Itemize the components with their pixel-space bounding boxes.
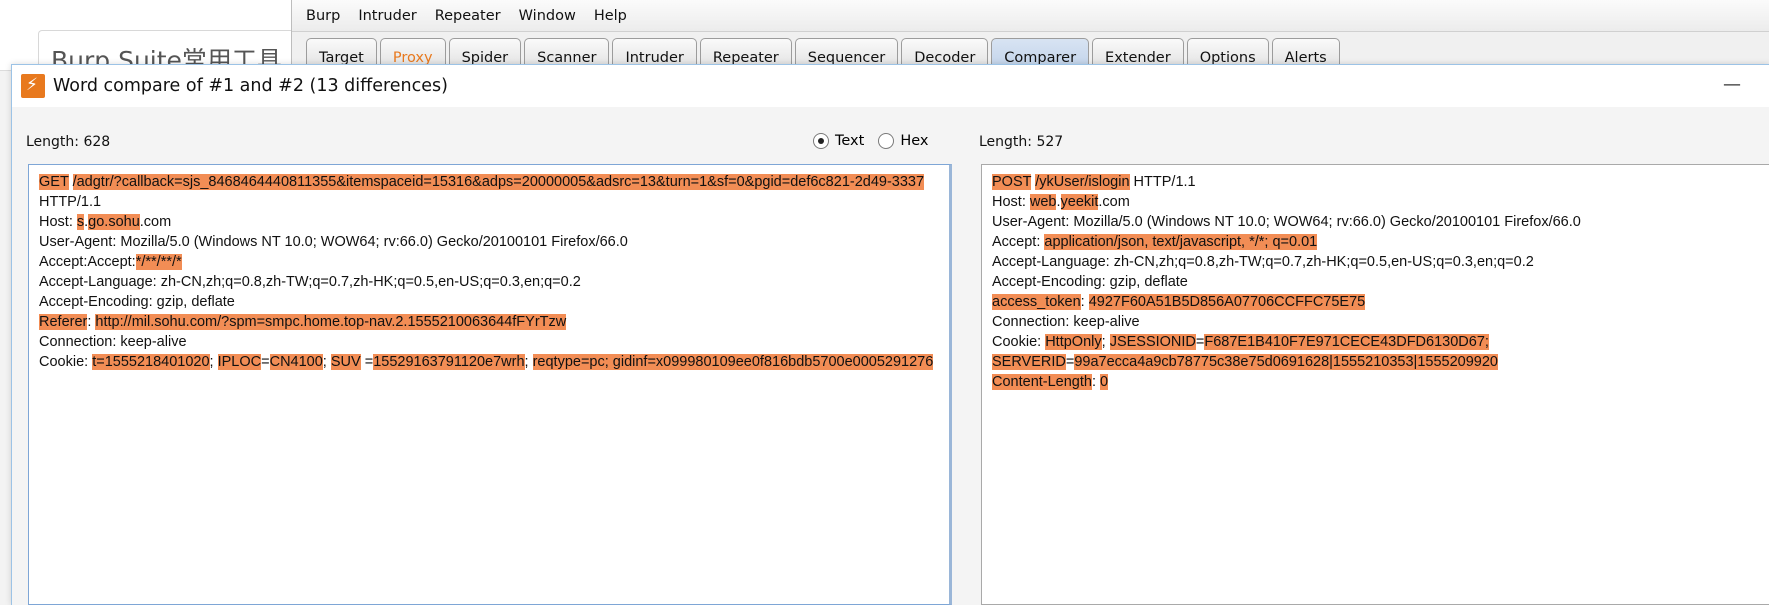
request-line: Host: s.go.sohu.com [39,212,949,232]
diff-highlight: yeekit [1060,194,1099,210]
request-text: : [1091,374,1101,390]
request-text: ; [322,354,331,370]
request-text: = [360,354,374,370]
request-text: = [261,354,270,370]
diff-highlight: SUV [330,354,361,370]
request-text: Accept-Language: zh-CN,zh;q=0.8,zh-TW;q=… [992,254,1534,270]
diff-highlight: http://mil.sohu.com/?spm=smpc.home.top-n… [95,314,567,330]
diff-highlight: SERVERID [992,354,1066,370]
burp-main-window: Burp Intruder Repeater Window Help Targe… [291,0,1769,70]
request-line: Host: web.yeekit.com [992,192,1769,212]
dialog-title-bar: Word compare of #1 and #2 (13 difference… [12,65,1769,107]
request-line: SERVERID=99a7ecca4a9cb78775c38e75d069162… [992,352,1769,372]
request-text: : [1080,294,1089,310]
diff-highlight: 99a7ecca4a9cb78775c38e75d0691628|1555210… [1074,354,1498,370]
word-compare-dialog: Word compare of #1 and #2 (13 difference… [11,64,1769,605]
menu-bar: Burp Intruder Repeater Window Help [292,0,1769,32]
request-line: User-Agent: Mozilla/5.0 (Windows NT 10.0… [39,232,949,252]
diff-highlight: JSESSIONID [1109,334,1196,350]
request-line: Cookie: t=1555218401020; IPLOC=CN4100; S… [39,352,949,372]
request-text: Connection: keep-alive [992,314,1140,330]
diff-highlight: /ykUser/islogin [1035,174,1130,190]
diff-highlight: 4927F60A51B5D856A07706CCFFC75E75 [1088,294,1366,310]
menu-intruder[interactable]: Intruder [349,8,425,24]
request-text: Host: [39,214,77,230]
request-line: Content-Length: 0 [992,372,1769,392]
request-line: Accept:Accept:*/**/**/* [39,252,949,272]
request-text: Host: [992,194,1030,210]
diff-highlight: 0 [1100,374,1109,390]
menu-burp[interactable]: Burp [292,8,349,24]
hex-mode-label[interactable]: Hex [900,133,928,149]
request-text: ; [1101,334,1110,350]
request-text: Accept:Accept: [39,254,136,270]
request-line: User-Agent: Mozilla/5.0 (Windows NT 10.0… [992,212,1769,232]
request-line: Accept-Language: zh-CN,zh;q=0.8,zh-TW;q=… [39,272,949,292]
request-line: Accept-Language: zh-CN,zh;q=0.8,zh-TW;q=… [992,252,1769,272]
hex-mode-radio[interactable] [878,133,895,149]
diff-highlight: Content-Length [992,374,1092,390]
request-line: Accept-Encoding: gzip, deflate [992,272,1769,292]
right-request-text[interactable]: POST /ykUser/islogin HTTP/1.1 Host: web.y… [982,165,1769,392]
request-text: Cookie: [992,334,1046,350]
request-text [69,174,73,190]
request-text: HTTP/1.1 [39,194,102,210]
menu-help[interactable]: Help [585,8,636,24]
request-text: ; [209,354,218,370]
request-text: Cookie: [39,354,93,370]
request-text: Accept-Encoding: gzip, deflate [992,274,1188,290]
request-text: Accept: [992,234,1045,250]
diff-highlight: POST [992,174,1032,190]
diff-highlight: GET [39,174,69,190]
diff-highlight: access_token [992,294,1081,310]
request-line: Connection: keep-alive [992,312,1769,332]
request-line: Connection: keep-alive [39,332,949,352]
request-line: GET /adgtr/?callback=sjs_846846444081135… [39,172,949,192]
request-text: Accept-Language: zh-CN,zh;q=0.8,zh-TW;q=… [39,274,581,290]
diff-highlight: CN4100 [269,354,323,370]
request-line: Accept-Encoding: gzip, deflate [39,292,949,312]
diff-highlight: Referer [39,314,88,330]
diff-highlight: reqtype=pc; gidinf=x099980109ee0f816bdb5… [532,354,934,370]
request-text: HTTP/1.1 [1129,174,1196,190]
request-line: Accept: application/json, text/javascrip… [992,232,1769,252]
display-mode-selector: Text Hex [813,133,942,149]
request-line: HTTP/1.1 [39,192,949,212]
request-text: .com [1098,194,1130,210]
dialog-title: Word compare of #1 and #2 (13 difference… [53,76,448,96]
right-request-pane[interactable]: POST /ykUser/islogin HTTP/1.1 Host: web.y… [981,164,1769,605]
background-browser-page: Burp Suite常用工具 [0,0,318,71]
right-length-label: Length: 527 [979,134,1064,150]
minimize-button[interactable]: — [1720,75,1744,95]
request-text: User-Agent: Mozilla/5.0 (Windows NT 10.0… [992,214,1581,230]
diff-highlight: F687E1B410F7E971CECE43DFD6130D67; [1204,334,1489,350]
request-text: .com [139,214,172,230]
request-line: access_token: 4927F60A51B5D856A07706CCFF… [992,292,1769,312]
request-line: Referer: http://mil.sohu.com/?spm=smpc.h… [39,312,949,332]
request-line: Cookie: HttpOnly; JSESSIONID=F687E1B410F… [992,332,1769,352]
request-line: POST /ykUser/islogin HTTP/1.1 [992,172,1769,192]
left-request-pane[interactable]: GET /adgtr/?callback=sjs_846846444081135… [28,164,952,605]
left-request-text[interactable]: GET /adgtr/?callback=sjs_846846444081135… [29,165,949,372]
menu-window[interactable]: Window [510,8,585,24]
diff-highlight: go.sohu [88,214,140,230]
diff-highlight: application/json, text/javascript, */*; … [1044,234,1318,250]
diff-highlight: */**/**/* [135,254,182,270]
diff-highlight: t=1555218401020 [92,354,210,370]
diff-highlight: web [1029,194,1057,210]
left-length-label: Length: 628 [26,134,111,150]
diff-highlight: /adgtr/?callback=sjs_8468464440811355&it… [72,174,925,190]
text-mode-label[interactable]: Text [835,133,864,149]
diff-highlight: HttpOnly [1045,334,1102,350]
diff-highlight: 15529163791120e7wrh [373,354,525,370]
request-text: Accept-Encoding: gzip, deflate [39,294,235,310]
burp-logo-icon [21,74,45,98]
menu-repeater[interactable]: Repeater [426,8,510,24]
request-text: Connection: keep-alive [39,334,187,350]
request-text: User-Agent: Mozilla/5.0 (Windows NT 10.0… [39,234,628,250]
request-text: . [1056,194,1061,210]
diff-highlight: IPLOC [217,354,262,370]
text-mode-radio[interactable] [813,133,829,149]
request-text: ; [524,354,533,370]
